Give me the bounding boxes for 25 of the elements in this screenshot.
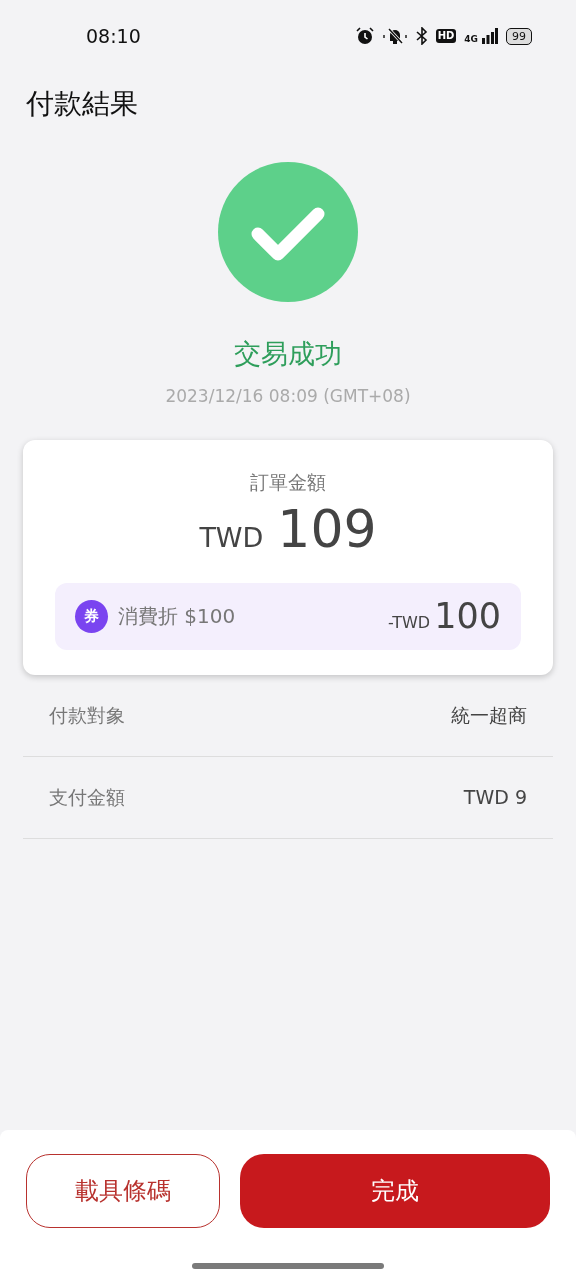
coupon-badge: 券 <box>75 599 108 633</box>
muted-bell-icon <box>381 27 408 45</box>
detail-value: 統一超商 <box>451 703 527 729</box>
barcode-button[interactable]: 載具條碼 <box>26 1154 220 1228</box>
discount-name: 消費折 $100 <box>118 603 236 631</box>
alarm-icon <box>355 27 374 45</box>
discount-amount: 100 <box>434 595 501 639</box>
network-type: 4G <box>464 35 478 44</box>
status-text: 交易成功 <box>233 338 343 371</box>
order-amount-label: 訂單金額 <box>249 469 327 495</box>
currency-label: TWD <box>199 521 264 556</box>
signal-icon <box>482 28 498 44</box>
page-title: 付款結果 <box>25 86 139 122</box>
battery-indicator: 99 <box>506 27 532 45</box>
clock: 08:10 <box>86 23 141 49</box>
transaction-datetime: 2023/12/16 08:09 (GMT+08) <box>164 385 412 409</box>
order-amount: 109 <box>277 498 377 561</box>
bluetooth-icon <box>415 27 428 45</box>
detail-label: 付款對象 <box>49 703 125 729</box>
detail-label: 支付金額 <box>49 785 125 811</box>
success-check-icon <box>218 162 358 302</box>
discount-currency: -TWD <box>387 612 431 635</box>
hd-indicator: HD <box>435 29 457 43</box>
done-button[interactable]: 完成 <box>240 1154 550 1228</box>
detail-value: TWD 9 <box>463 785 527 811</box>
